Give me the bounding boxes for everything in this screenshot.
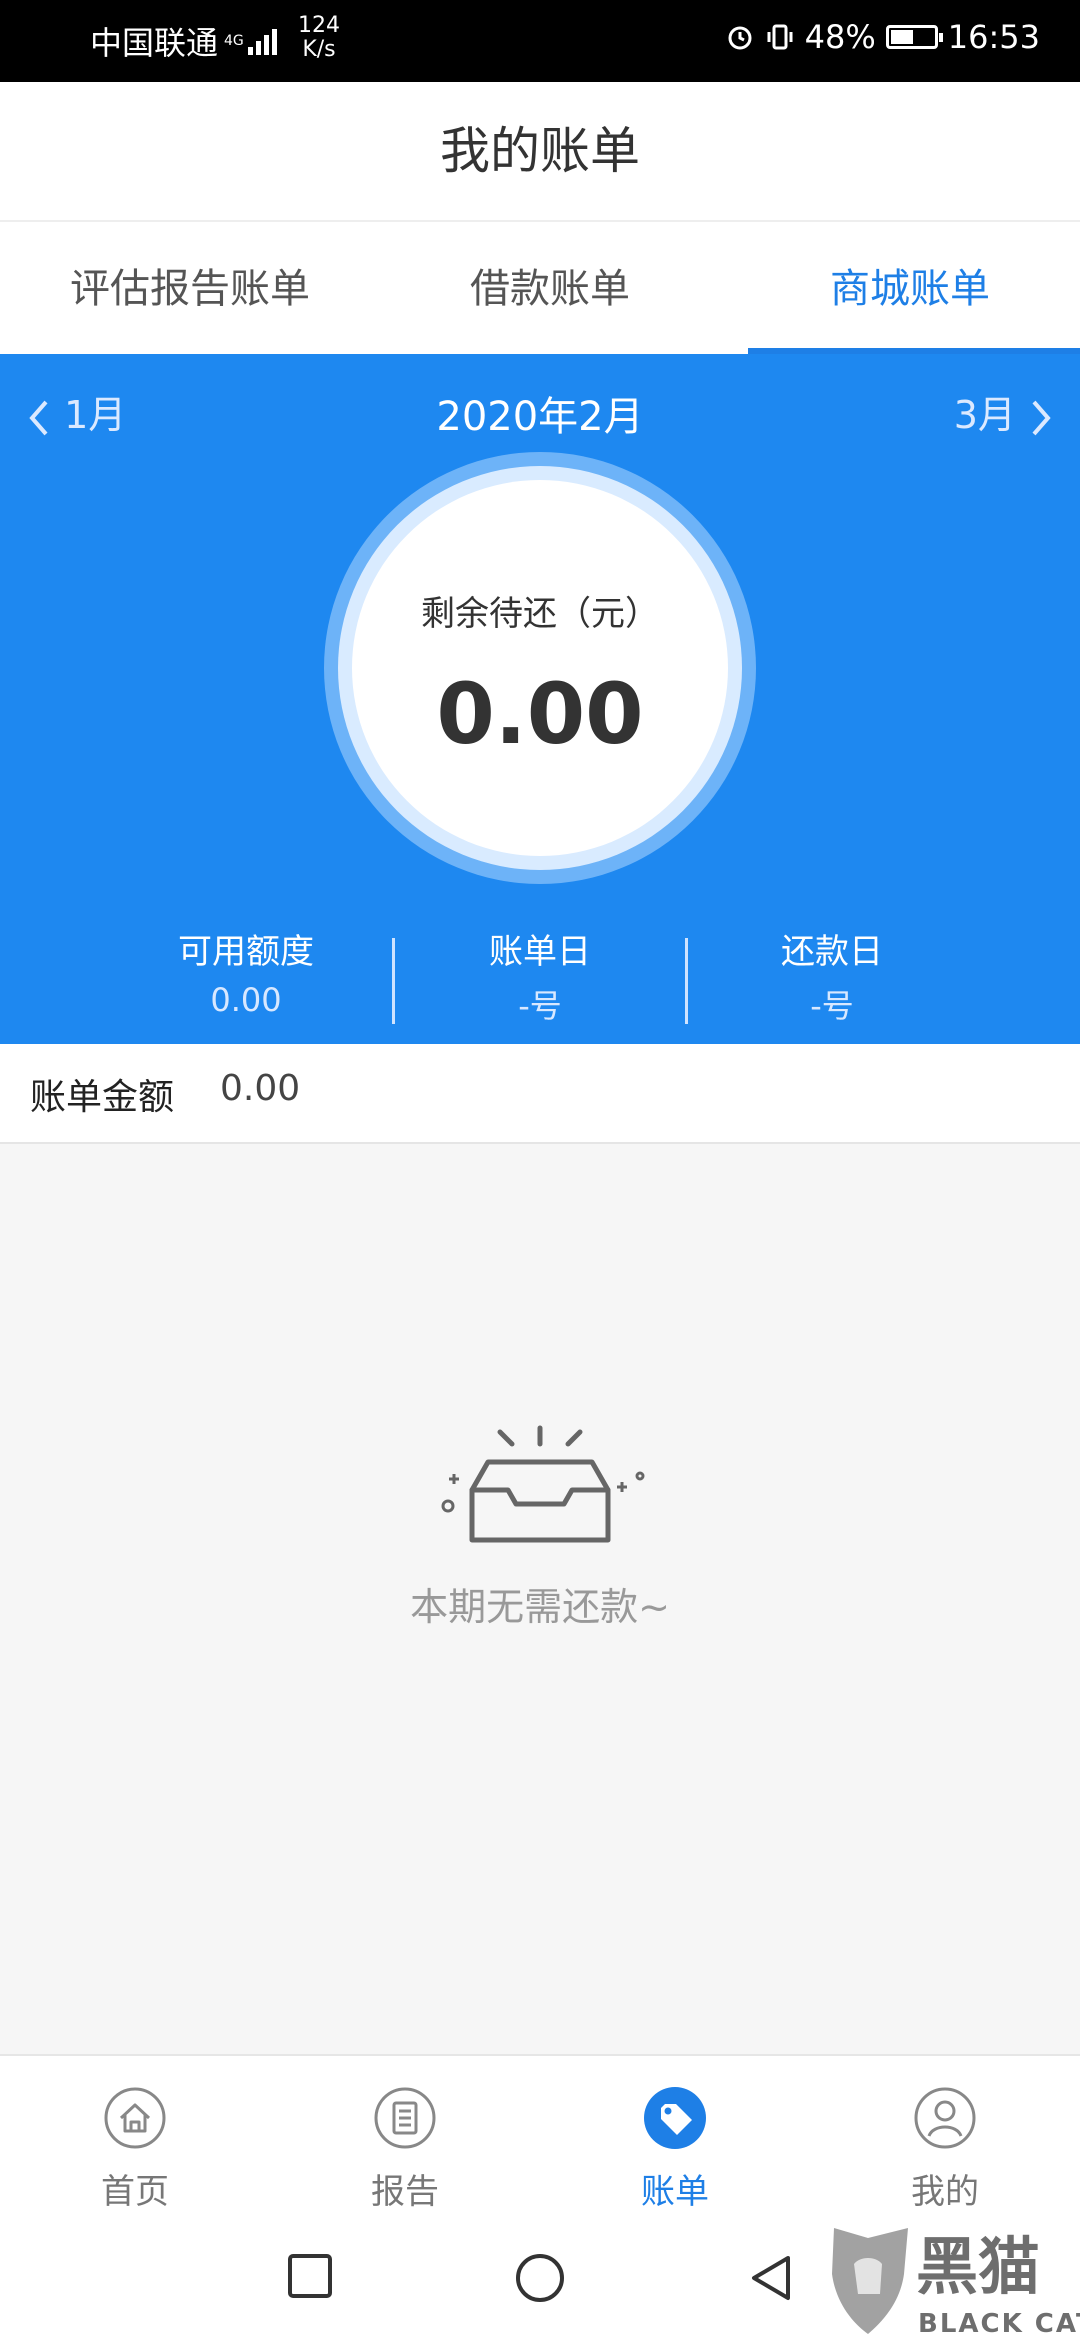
- current-month: 2020年2月: [436, 394, 644, 440]
- chevron-right-icon: [1032, 400, 1051, 435]
- balance-circle-ring: 剩余待还（元） 0.00: [338, 466, 742, 870]
- tab-loan-bill[interactable]: 借款账单: [400, 222, 700, 356]
- nav-item-bill[interactable]: 账单: [605, 2086, 745, 2213]
- stat-bill-day: 账单日 -号: [420, 924, 660, 1027]
- nav-label: 我的: [911, 2172, 979, 2212]
- tag-icon: [644, 2087, 706, 2149]
- bill-amount-value: 0.00: [220, 1068, 301, 1109]
- balance-circle: 剩余待还（元） 0.00: [324, 452, 756, 884]
- network-type: 4G: [224, 33, 244, 49]
- vibrate-icon: [767, 24, 793, 50]
- clock: 16:53: [947, 18, 1040, 56]
- status-bar: 中国联通 4G 124 K/s 48% 16:53: [0, 0, 1080, 82]
- status-left: 中国联通 4G: [90, 18, 277, 64]
- watermark-en: BLACK CAT: [918, 2309, 1080, 2339]
- home-icon: [104, 2087, 166, 2149]
- bottom-nav: 首页 报告 账单 我的: [0, 2054, 1080, 2226]
- remaining-amount: 0.00: [436, 665, 644, 763]
- credit-stats: 可用额度 0.00 账单日 -号 还款日 -号: [0, 924, 1080, 1027]
- nav-item-home[interactable]: 首页: [65, 2086, 205, 2213]
- nav-label: 账单: [641, 2172, 709, 2212]
- stat-label: 可用额度: [178, 932, 314, 972]
- alarm-icon: [728, 26, 752, 50]
- prev-month-button[interactable]: 1月: [26, 384, 126, 439]
- watermark-cn: 黑猫: [916, 2230, 1040, 2303]
- next-month-label: 3月: [953, 393, 1016, 437]
- app-bar: 我的账单: [0, 82, 1080, 220]
- prev-month-label: 1月: [64, 393, 127, 437]
- empty-box-icon: [441, 1425, 645, 1543]
- stat-repay-day: 还款日 -号: [712, 924, 952, 1027]
- stat-label: 还款日: [781, 932, 883, 972]
- nav-item-mine[interactable]: 我的: [875, 2086, 1015, 2213]
- tab-mall-bill[interactable]: 商城账单: [760, 222, 1060, 356]
- recent-apps-button[interactable]: [286, 2252, 334, 2300]
- bill-amount-row: 账单金额 0.00: [0, 1044, 1080, 1144]
- empty-message: 本期无需还款~: [410, 1585, 670, 1629]
- black-cat-watermark: 黑猫 BLACK CAT: [832, 2228, 1080, 2339]
- stat-divider: [685, 938, 688, 1024]
- nav-label: 报告: [371, 2172, 439, 2212]
- tab-report-bill[interactable]: 评估报告账单: [40, 222, 340, 356]
- stat-value: -号: [518, 987, 562, 1025]
- battery-icon: [885, 25, 943, 49]
- signal-icon: [247, 27, 277, 55]
- user-icon: [914, 2087, 976, 2149]
- network-speed: 124 K/s: [298, 14, 340, 62]
- report-icon: [374, 2087, 436, 2149]
- speed-unit: K/s: [302, 37, 336, 62]
- chevron-left-icon: [29, 400, 48, 435]
- stat-value: 0.00: [210, 981, 282, 1019]
- home-button[interactable]: [514, 2252, 566, 2304]
- nav-label: 首页: [101, 2172, 169, 2212]
- speed-value: 124: [298, 13, 340, 38]
- back-button[interactable]: [746, 2252, 794, 2304]
- stat-label: 账单日: [489, 932, 591, 972]
- bill-summary-panel: 2020年2月 1月 3月 剩余待还（元） 0.00 可用额度 0.00 账单日…: [0, 354, 1080, 1044]
- balance-circle-inner: 剩余待还（元） 0.00: [352, 480, 728, 856]
- stat-value: -号: [810, 987, 854, 1025]
- bill-tabs: 评估报告账单 借款账单 商城账单: [0, 220, 1080, 356]
- page-title: 我的账单: [440, 122, 640, 180]
- nav-item-report[interactable]: 报告: [335, 2086, 475, 2213]
- bill-amount-label: 账单金额: [30, 1077, 175, 1118]
- stat-divider: [392, 938, 395, 1024]
- battery-percent: 48%: [804, 18, 876, 56]
- next-month-button[interactable]: 3月: [954, 384, 1054, 439]
- carrier: 中国联通: [90, 24, 219, 62]
- remaining-label: 剩余待还（元）: [421, 594, 659, 634]
- stat-available-credit: 可用额度 0.00: [126, 924, 366, 1019]
- status-right: 48% 16:53: [725, 18, 1040, 56]
